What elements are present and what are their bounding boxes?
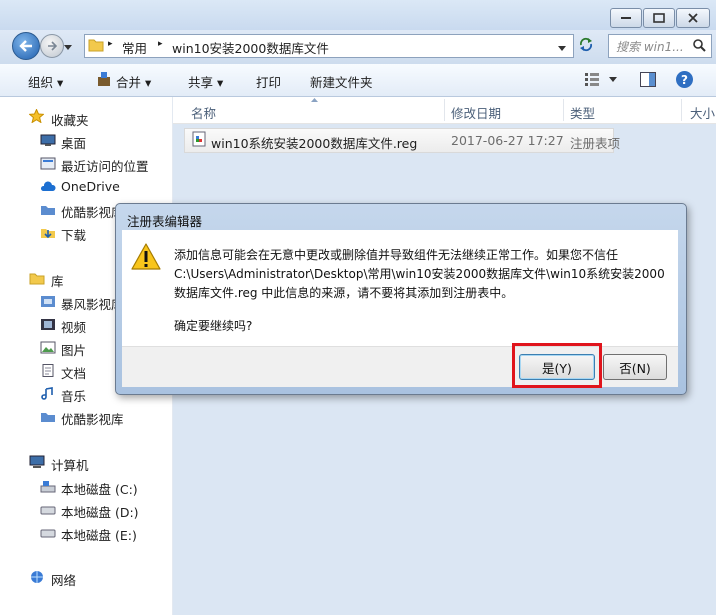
column-type[interactable]: 类型 — [570, 103, 595, 122]
search-input[interactable]: 搜索 win1... — [616, 38, 684, 55]
nav-item-music[interactable]: 音乐 — [61, 386, 86, 405]
share-menu[interactable]: 共享 ▾ — [188, 72, 223, 91]
libraries-icon — [29, 273, 45, 285]
file-type: 注册表项 — [570, 136, 621, 151]
dialog-message-line-3: 数据库文件.reg 中此信息的来源，请不要将其添加到注册表中。 — [174, 286, 514, 300]
system-drive-icon — [40, 481, 56, 493]
chevron-down-icon — [558, 46, 566, 51]
search-box[interactable]: 搜索 win1... — [608, 34, 712, 58]
breadcrumb-current[interactable]: win10安装2000数据库文件 — [172, 38, 329, 57]
hard-drive-icon — [40, 506, 56, 515]
cloud-icon — [40, 181, 56, 191]
search-icon — [693, 39, 706, 52]
hard-drive-icon — [40, 529, 56, 538]
dialog-message-line-2: C:\Users\Administrator\Desktop\常用\win10安… — [174, 267, 665, 281]
dialog-question: 确定要继续吗? — [174, 319, 253, 333]
title-bar[interactable] — [0, 0, 716, 30]
minimize-button[interactable] — [610, 8, 642, 28]
downloads-icon — [41, 229, 55, 239]
nav-item-onedrive[interactable]: OneDrive — [61, 179, 120, 194]
warning-icon — [131, 243, 161, 270]
nav-drive-c[interactable]: 本地磁盘 (C:) — [61, 479, 138, 498]
maximize-button[interactable] — [643, 8, 675, 28]
nav-item-pictures[interactable]: 图片 — [61, 340, 86, 359]
new-folder-button[interactable]: 新建文件夹 — [310, 72, 373, 91]
desktop-icon — [40, 134, 56, 146]
back-button[interactable] — [12, 32, 40, 60]
dialog-message-line-1: 添加信息可能会在无意中更改或删除值并导致组件无法继续正常工作。如果您不信任 — [174, 248, 619, 262]
column-name[interactable]: 名称 — [191, 103, 216, 122]
dialog-title: 注册表编辑器 — [127, 214, 203, 229]
nav-libraries[interactable]: 库 — [51, 271, 64, 290]
close-window-button[interactable] — [676, 8, 710, 28]
music-icon — [41, 387, 53, 400]
column-divider[interactable] — [444, 99, 445, 121]
help-icon: ? — [681, 72, 688, 87]
column-size[interactable]: 大小 — [690, 103, 715, 122]
minimize-icon — [621, 17, 631, 19]
nav-item-downloads[interactable]: 下载 — [61, 225, 86, 244]
nav-item-documents[interactable]: 文档 — [61, 363, 86, 382]
computer-icon — [29, 455, 45, 468]
arrow-right-icon — [48, 41, 57, 51]
nav-item-videos[interactable]: 视频 — [61, 317, 86, 336]
no-button[interactable]: 否(N) — [603, 354, 667, 380]
highlight-annotation — [512, 343, 602, 388]
column-divider[interactable] — [681, 99, 682, 121]
library-folder-icon — [41, 206, 55, 215]
view-list-icon — [585, 73, 617, 86]
column-divider[interactable] — [563, 99, 564, 121]
view-options-button[interactable] — [585, 72, 617, 89]
chevron-down-icon — [64, 45, 72, 50]
arrow-left-icon — [19, 40, 32, 52]
column-date[interactable]: 修改日期 — [451, 103, 501, 122]
file-name[interactable]: win10系统安装2000数据库文件.reg — [211, 133, 417, 152]
refresh-button[interactable] — [577, 36, 599, 56]
print-button[interactable]: 打印 — [256, 72, 281, 91]
film-icon — [41, 319, 55, 330]
nav-network[interactable]: 网络 — [51, 570, 76, 589]
pictures-icon — [40, 341, 56, 354]
nav-item-recent[interactable]: 最近访问的位置 — [61, 156, 149, 175]
sort-arrow-icon — [311, 98, 318, 102]
documents-icon — [42, 364, 54, 377]
preview-pane-button[interactable] — [640, 72, 656, 90]
nav-item-youku-library[interactable]: 优酷影视库 — [61, 409, 124, 428]
breadcrumb-separator-icon: ▸ — [108, 39, 113, 49]
recent-pages-dropdown[interactable] — [64, 40, 72, 54]
star-icon — [29, 109, 44, 123]
organize-menu[interactable]: 组织 ▾ — [28, 72, 63, 91]
breadcrumb-root[interactable]: 常用 — [122, 38, 147, 57]
preview-pane-icon — [640, 72, 656, 87]
forward-button[interactable] — [40, 34, 64, 58]
nav-computer[interactable]: 计算机 — [51, 455, 89, 474]
folder-icon — [88, 39, 104, 52]
nav-drive-e[interactable]: 本地磁盘 (E:) — [61, 525, 137, 544]
file-date: 2017-06-27 17:27 — [451, 133, 564, 148]
nav-item-desktop[interactable]: 桌面 — [61, 133, 86, 152]
include-library-menu[interactable]: 合并 ▾ — [116, 72, 151, 91]
recent-places-icon — [40, 157, 56, 170]
nav-drive-d[interactable]: 本地磁盘 (D:) — [61, 502, 139, 521]
close-icon — [688, 13, 698, 23]
network-icon — [31, 571, 43, 583]
maximize-icon — [653, 13, 665, 23]
refresh-icon — [579, 37, 593, 52]
breadcrumb-separator-icon: ▸ — [158, 39, 163, 49]
nav-favorites[interactable]: 收藏夹 — [51, 110, 89, 129]
help-button[interactable]: ? — [676, 71, 693, 88]
video-library-icon — [41, 296, 55, 307]
registry-file-icon — [192, 131, 206, 147]
address-dropdown[interactable] — [558, 41, 566, 55]
library-folder-icon — [41, 413, 55, 422]
include-library-icon — [98, 72, 110, 86]
